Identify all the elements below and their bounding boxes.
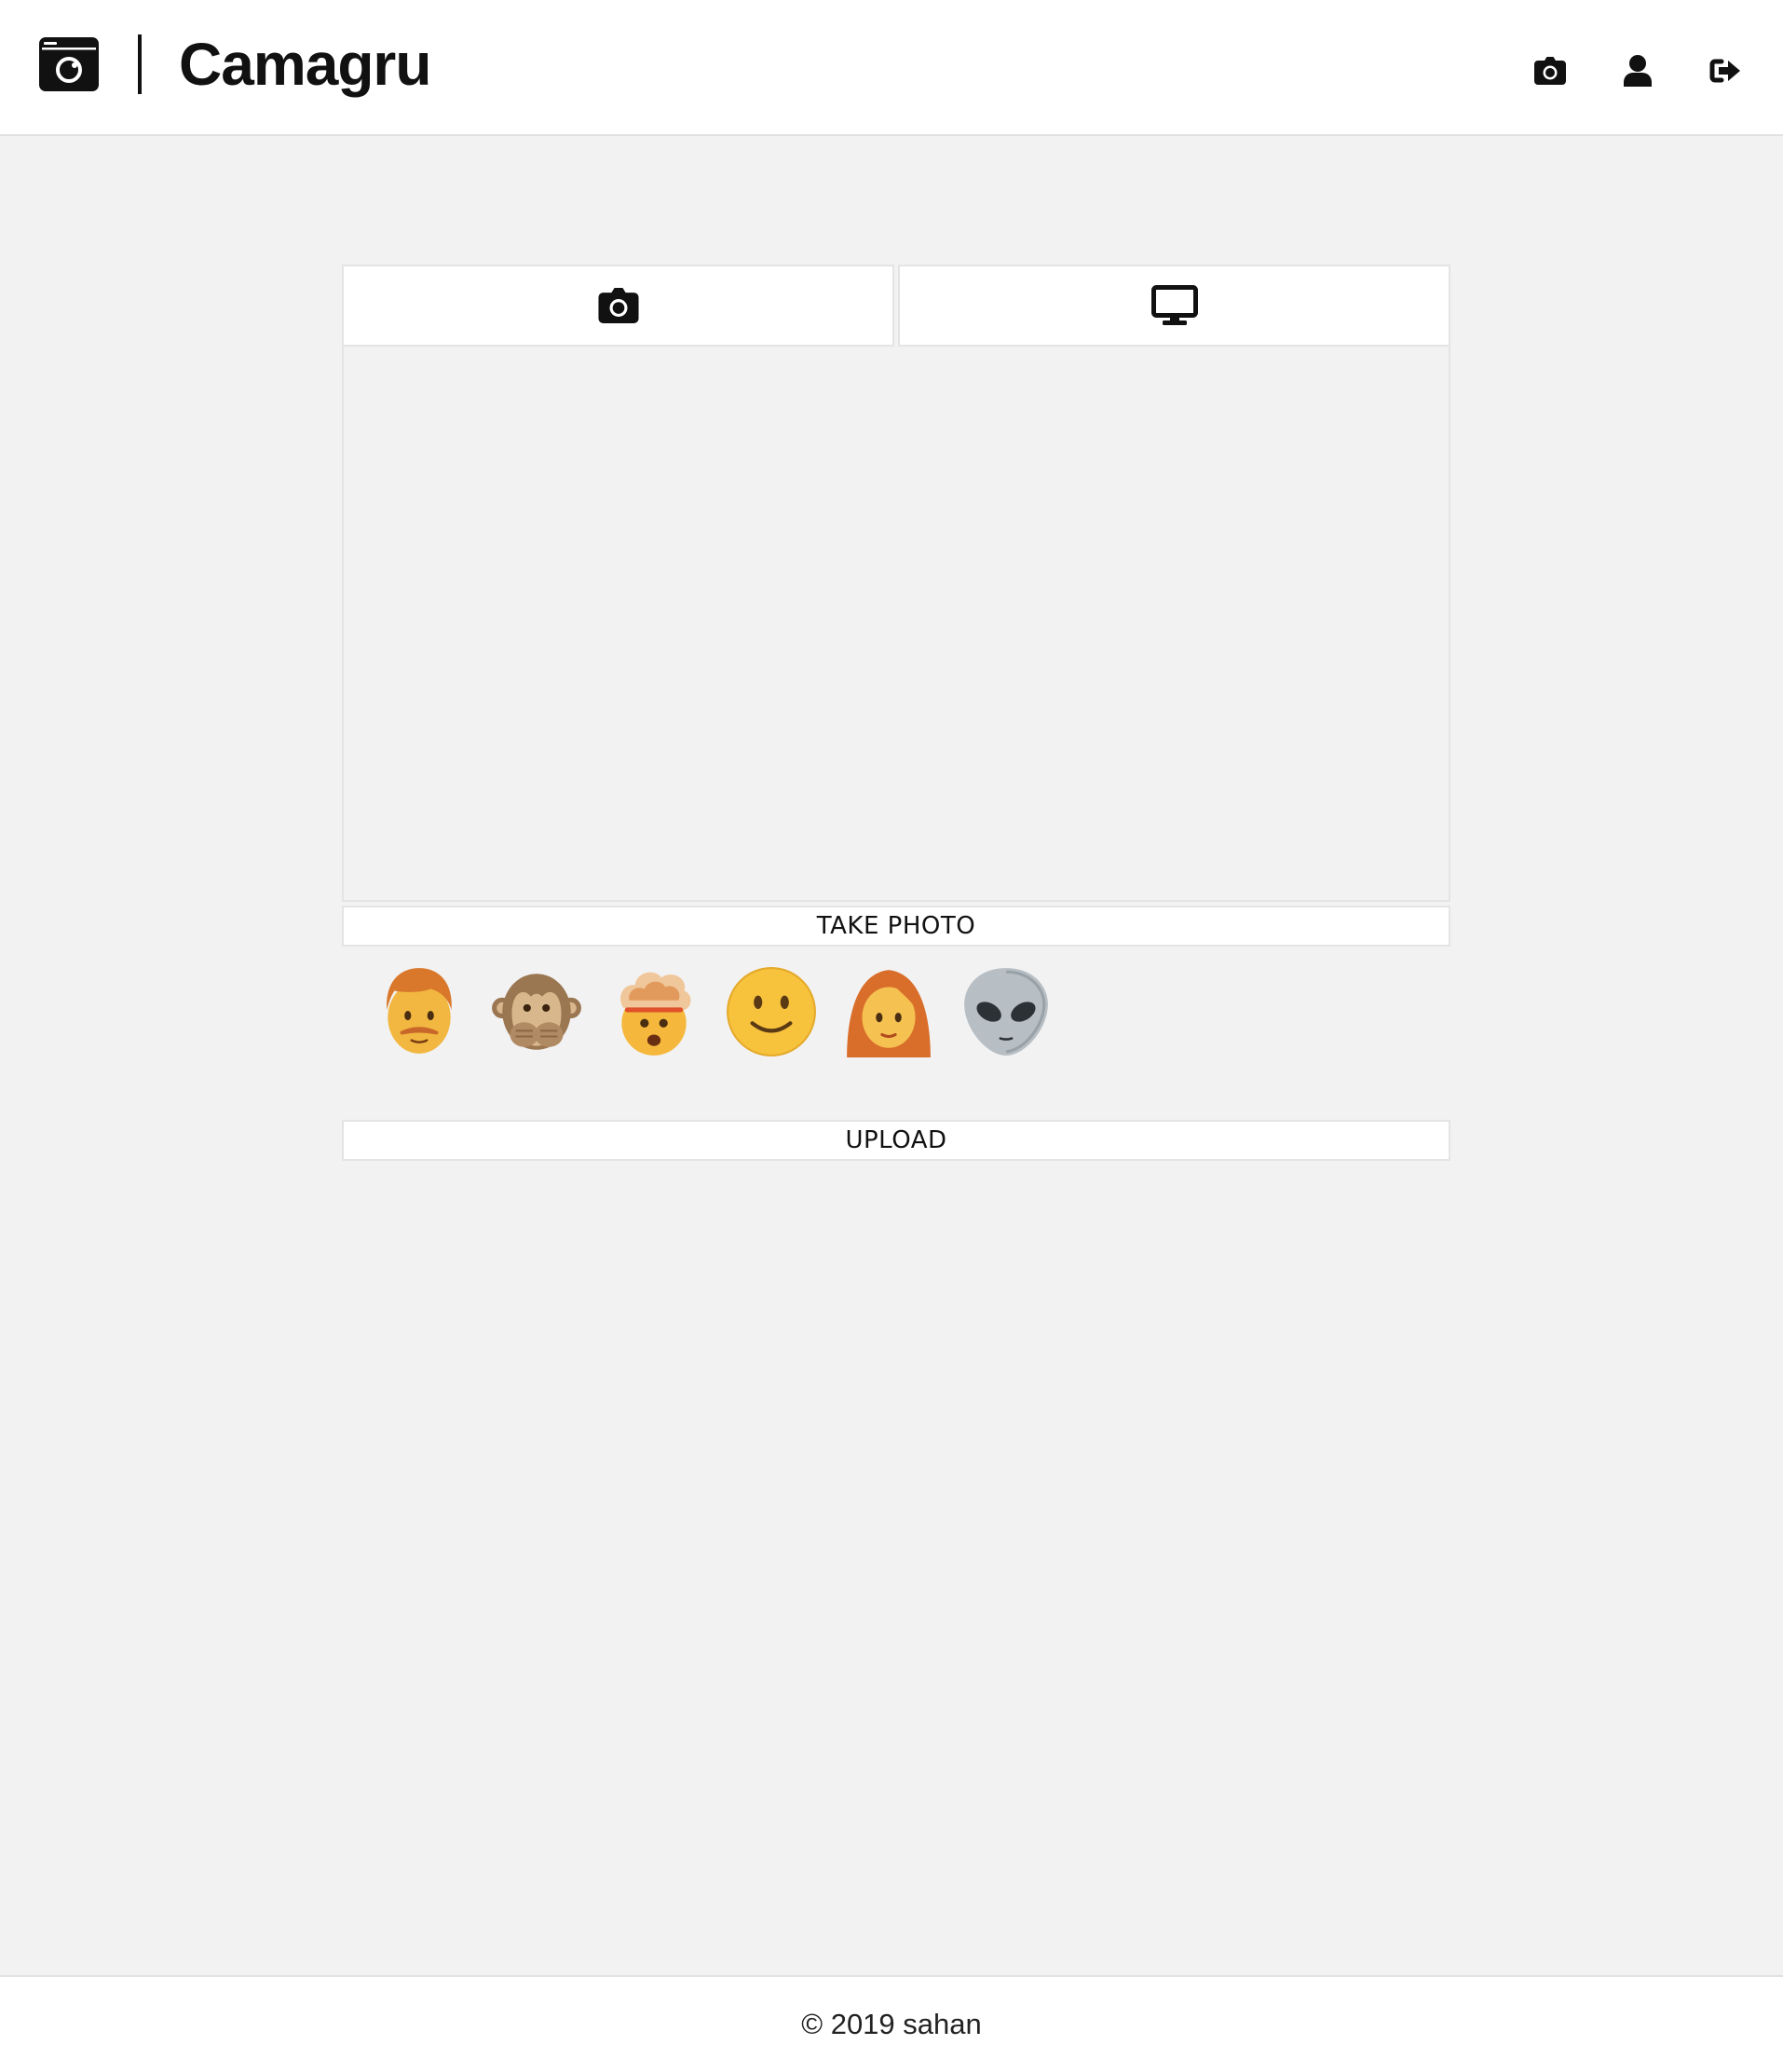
top-navbar: Camagru [0,0,1783,136]
nav-menu [1481,52,1744,89]
exploding-head-emoji[interactable] [606,964,701,1059]
camera-preview [342,347,1450,902]
camera-frame-logo-icon [39,37,99,91]
speak-no-evil-monkey-emoji[interactable] [489,964,584,1059]
source-tabs [342,265,1450,347]
man-emoji[interactable] [372,964,467,1059]
nav-logout-link[interactable] [1707,52,1744,89]
camera-icon [597,288,639,323]
desktop-icon [1150,285,1198,325]
upload-button[interactable]: UPLOAD [342,1120,1450,1161]
camera-icon [1534,57,1566,85]
app-title: Camagru [179,31,431,98]
brand-divider [138,34,142,94]
tab-upload-from-computer[interactable] [898,265,1450,347]
copyright-text: © 2019 sahan [801,2008,982,2040]
sticker-picker [342,947,1450,1077]
sign-out-icon [1709,59,1740,83]
take-photo-button[interactable]: TAKE PHOTO [342,906,1450,947]
slightly-smiling-face-emoji[interactable] [724,964,819,1059]
tab-webcam[interactable] [342,265,894,347]
alien-emoji[interactable] [959,964,1054,1059]
woman-emoji[interactable] [841,964,936,1059]
nav-camera-link[interactable] [1531,52,1569,89]
user-icon [1624,55,1652,87]
nav-profile-link[interactable] [1619,52,1656,89]
footer: © 2019 sahan [0,1975,1783,2072]
capture-panel: TAKE PHOTO UPLOAD [342,265,1450,1161]
brand[interactable]: Camagru [39,31,431,98]
